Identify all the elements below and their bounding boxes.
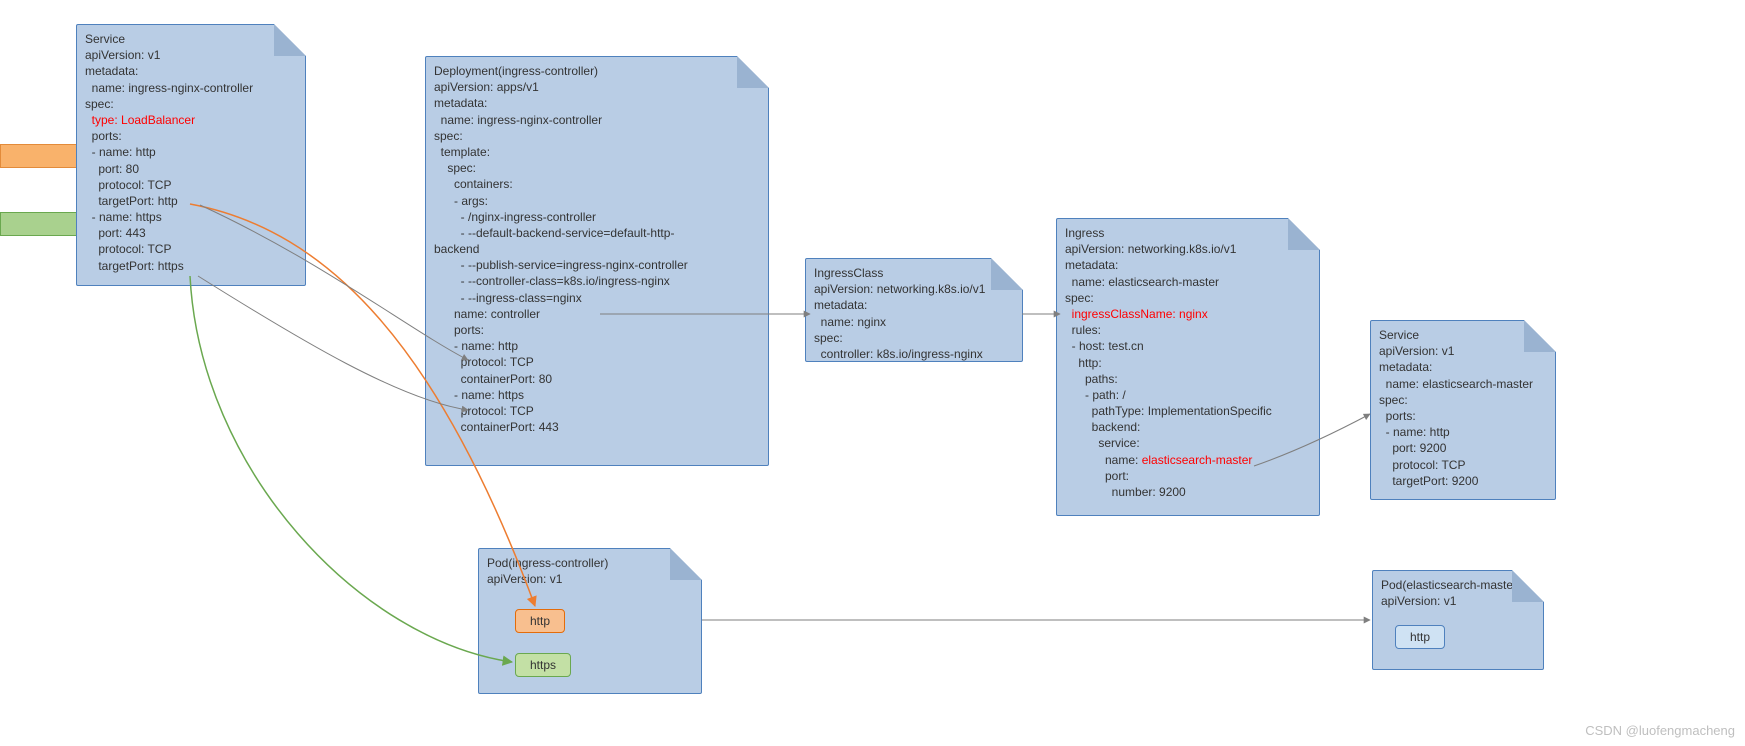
l: spec: — [85, 97, 114, 111]
l: - name: http — [85, 145, 156, 159]
sname: elasticsearch-master — [1142, 453, 1253, 467]
l: - --controller-class=k8s.io/ingress-ngin… — [434, 274, 670, 288]
l: ports: — [85, 129, 122, 143]
l: number: 9200 — [1065, 485, 1186, 499]
l: port: 9200 — [1379, 441, 1446, 455]
t: Service — [1379, 328, 1419, 342]
t: Pod(elasticsearch-master) — [1381, 578, 1521, 592]
port-http: http — [1395, 625, 1445, 649]
l: - name: https — [85, 210, 162, 224]
l: apiVersion: networking.k8s.io/v1 — [814, 282, 985, 296]
l: service: — [1065, 436, 1140, 450]
l: containers: — [434, 177, 513, 191]
l: ports: — [434, 323, 484, 337]
l: metadata: — [85, 64, 138, 78]
note-ingress: Ingress apiVersion: networking.k8s.io/v1… — [1056, 218, 1320, 516]
l: port: 80 — [85, 162, 139, 176]
l: targetPort: 9200 — [1379, 474, 1478, 488]
l: spec: — [434, 129, 463, 143]
l: spec: — [1379, 393, 1408, 407]
l: backend — [434, 242, 479, 256]
l: - path: / — [1065, 388, 1126, 402]
l: - name: https — [434, 388, 524, 402]
t: Pod(ingress-controller) — [487, 556, 608, 570]
note-deployment: Deployment(ingress-controller) apiVersio… — [425, 56, 769, 466]
l: protocol: TCP — [434, 404, 534, 418]
l: name: elasticsearch-master — [1065, 275, 1219, 289]
note-service-es: Service apiVersion: v1 metadata: name: e… — [1370, 320, 1556, 500]
l: name: elasticsearch-master — [1379, 377, 1533, 391]
l: backend: — [1065, 420, 1140, 434]
l: - name: http — [1379, 425, 1450, 439]
l: apiVersion: v1 — [85, 48, 160, 62]
l: apiVersion: v1 — [1381, 594, 1456, 608]
note-ingressclass: IngressClass apiVersion: networking.k8s.… — [805, 258, 1023, 362]
l: protocol: TCP — [85, 178, 171, 192]
arrow-in-https — [0, 212, 82, 236]
l: - --default-backend-service=default-http… — [434, 226, 674, 240]
l: - host: test.cn — [1065, 339, 1144, 353]
l: name: controller — [434, 307, 540, 321]
l: - --ingress-class=nginx — [434, 291, 582, 305]
l: ports: — [1379, 409, 1416, 423]
l: spec: — [434, 161, 476, 175]
l: containerPort: 443 — [434, 420, 559, 434]
l: apiVersion: v1 — [1379, 344, 1454, 358]
l: rules: — [1065, 323, 1101, 337]
l: protocol: TCP — [85, 242, 171, 256]
l: name: elasticsearch-master — [1065, 453, 1252, 467]
l: apiVersion: v1 — [487, 572, 562, 586]
l: spec: — [1065, 291, 1094, 305]
l: template: — [434, 145, 490, 159]
l: apiVersion: networking.k8s.io/v1 — [1065, 242, 1236, 256]
note-service-lb: Service apiVersion: v1 metadata: name: i… — [76, 24, 306, 286]
l: targetPort: http — [85, 194, 178, 208]
l: containerPort: 80 — [434, 372, 552, 386]
l: metadata: — [1379, 360, 1432, 374]
l: pathType: ImplementationSpecific — [1065, 404, 1272, 418]
l: paths: — [1065, 372, 1118, 386]
note-pod-ic: Pod(ingress-controller) apiVersion: v1 h… — [478, 548, 702, 694]
port-https: https — [515, 653, 571, 677]
l: - args: — [434, 194, 488, 208]
l: - --publish-service=ingress-nginx-contro… — [434, 258, 688, 272]
port-http: http — [515, 609, 565, 633]
l: name: ingress-nginx-controller — [85, 81, 253, 95]
l: port: 443 — [85, 226, 146, 240]
l: metadata: — [1065, 258, 1118, 272]
l: - name: http — [434, 339, 518, 353]
l: http: — [1065, 356, 1102, 370]
t: Service — [85, 32, 125, 46]
l: protocol: TCP — [1379, 458, 1465, 472]
l: targetPort: https — [85, 259, 184, 273]
note-pod-es: Pod(elasticsearch-master) apiVersion: v1… — [1372, 570, 1544, 670]
l-type: type: LoadBalancer — [85, 113, 195, 127]
t: Deployment(ingress-controller) — [434, 64, 598, 78]
l: spec: — [814, 331, 843, 345]
l-icn: ingressClassName: nginx — [1065, 307, 1208, 321]
l: - /nginx-ingress-controller — [434, 210, 596, 224]
t: IngressClass — [814, 266, 883, 280]
l: controller: k8s.io/ingress-nginx — [814, 347, 983, 361]
l: metadata: — [434, 96, 487, 110]
l: port: — [1065, 469, 1129, 483]
l: name: nginx — [814, 315, 886, 329]
l: metadata: — [814, 298, 867, 312]
watermark: CSDN @luofengmacheng — [1585, 722, 1735, 740]
t: Ingress — [1065, 226, 1104, 240]
l: name: ingress-nginx-controller — [434, 113, 602, 127]
pre: name: — [1065, 453, 1142, 467]
arrow-in-http — [0, 144, 82, 168]
l: protocol: TCP — [434, 355, 534, 369]
l: apiVersion: apps/v1 — [434, 80, 539, 94]
